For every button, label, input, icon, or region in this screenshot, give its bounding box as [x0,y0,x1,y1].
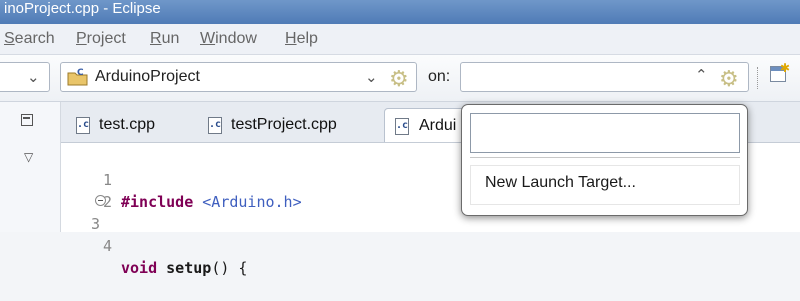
chevron-down-icon[interactable]: ▽ [24,150,33,164]
project-folder-icon: C [67,68,88,86]
chevron-up-icon[interactable]: ⌃ [695,66,708,84]
code-line: 1 #include <Arduino.h> [61,147,302,211]
tab-testproject-cpp[interactable]: .c testProject.cpp [196,108,371,142]
c-file-icon: .c [76,117,90,134]
tab-label: test.cpp [99,116,156,133]
gear-icon[interactable]: ⚙ [719,66,739,92]
new-star-icon: ✱ [780,61,791,75]
toolbar-separator [757,67,760,89]
open-perspective-icon[interactable]: ✱ [770,61,790,82]
tab-test-cpp[interactable]: .c test.cpp [64,108,184,142]
code-text: #include <Arduino.h> [121,193,302,211]
menu-help[interactable]: Help [285,30,318,48]
window-title: inoProject.cpp - Eclipse [4,0,161,17]
code-line: 4 [61,213,112,255]
code-text: void setup() { [121,259,248,277]
minimize-icon[interactable] [21,114,33,126]
svg-text:C: C [77,68,84,78]
menu-run[interactable]: Run [150,30,179,48]
tab-label: testProject.cpp [231,116,337,133]
dropdown-divider [470,157,740,158]
menu-window[interactable]: Window [200,30,257,48]
code-line: 2 [61,169,112,211]
fold-collapse-icon[interactable] [95,195,106,206]
on-label: on: [428,68,451,85]
chevron-down-icon[interactable]: ⌄ [27,68,40,86]
c-file-icon: .c [208,117,222,134]
window-title-bar: inoProject.cpp - Eclipse [0,0,800,24]
chevron-down-icon[interactable]: ⌄ [365,68,378,86]
menu-project[interactable]: Project [76,30,126,48]
tab-label: Ardui [419,117,457,134]
line-number: 4 [102,237,112,255]
launch-configuration-value: ArduinoProject [95,68,200,85]
menu-bar: Search Project Run Window Help [0,24,800,55]
launch-toolbar: ⌄ C ArduinoProject ⌄ ⚙ on: ⌃ ⚙ ✱ [0,55,800,102]
launch-mode-combo[interactable]: ⌄ [0,62,50,92]
c-file-icon: .c [395,118,409,135]
target-filter-input[interactable] [470,113,740,153]
launch-target-dropdown: New Launch Target... [461,104,748,216]
launch-target-combo[interactable]: ⌃ ⚙ [460,62,749,92]
gear-icon[interactable]: ⚙ [389,66,409,92]
outline-side-panel [0,102,61,232]
new-launch-target-item[interactable]: New Launch Target... [470,165,740,205]
menu-search[interactable]: Search [4,30,55,48]
code-line: 3 void setup() { [61,191,247,277]
launch-configuration-combo[interactable]: C ArduinoProject ⌄ ⚙ [60,62,417,92]
